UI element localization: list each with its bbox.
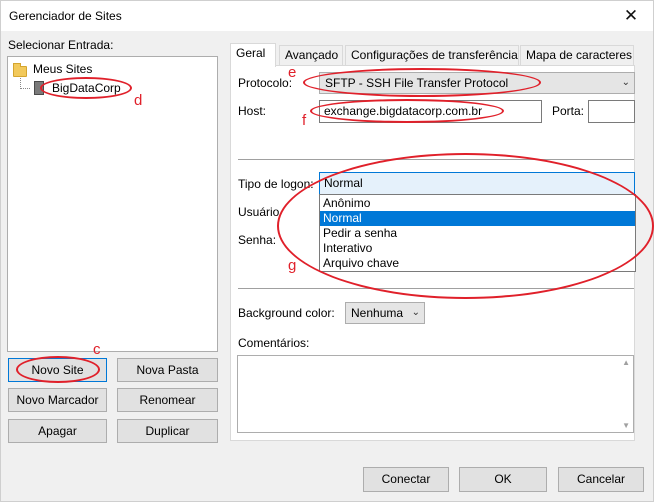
- annotation-ellipse-e: [303, 68, 541, 97]
- window-title: Gerenciador de Sites: [9, 9, 122, 23]
- chevron-down-icon: ⌄: [621, 77, 630, 88]
- title-bar: Gerenciador de Sites ✕: [1, 1, 653, 31]
- comments-textarea[interactable]: ▲ ▼: [237, 355, 634, 433]
- connect-button[interactable]: Conectar: [363, 467, 449, 492]
- annotation-label-g: g: [288, 257, 297, 274]
- ok-button[interactable]: OK: [459, 467, 547, 492]
- background-color-label: Background color:: [238, 306, 335, 320]
- user-label: Usuário: [238, 205, 280, 219]
- site-manager-window: Gerenciador de Sites ✕ Selecionar Entrad…: [0, 0, 654, 502]
- protocol-label: Protocolo:: [238, 76, 293, 90]
- close-icon[interactable]: ✕: [609, 1, 653, 31]
- host-label: Host:: [238, 104, 267, 118]
- annotation-ellipse-d: [40, 77, 132, 99]
- folder-icon: [13, 63, 27, 77]
- port-label: Porta:: [552, 104, 585, 118]
- new-bookmark-button[interactable]: Novo Marcador: [8, 388, 107, 412]
- tab-transfer-settings[interactable]: Configurações de transferência: [345, 45, 519, 66]
- duplicate-button[interactable]: Duplicar: [117, 419, 218, 443]
- scroll-up-icon[interactable]: ▲: [622, 358, 630, 367]
- tree-node-my-sites[interactable]: Meus Sites: [33, 62, 92, 76]
- port-input[interactable]: [588, 100, 635, 123]
- annotation-label-e: e: [288, 64, 297, 81]
- chevron-down-icon: ⌄: [411, 307, 420, 318]
- rename-button[interactable]: Renomear: [117, 388, 218, 412]
- annotation-label-d: d: [134, 92, 143, 109]
- new-folder-button[interactable]: Nova Pasta: [117, 358, 218, 382]
- background-color-select[interactable]: Nenhuma ⌄: [345, 302, 425, 324]
- annotation-label-f: f: [302, 112, 307, 129]
- annotation-ellipse-f: [310, 99, 504, 123]
- password-label: Senha:: [238, 233, 277, 247]
- background-color-value: Nenhuma: [351, 306, 404, 320]
- annotation-ellipse-g: [277, 153, 654, 299]
- annotation-label-c: c: [93, 341, 101, 358]
- tab-general[interactable]: Geral: [230, 43, 276, 67]
- tab-charset[interactable]: Mapa de caracteres: [520, 45, 634, 66]
- tree-connector: [20, 88, 30, 89]
- annotation-ellipse-c: [16, 356, 100, 383]
- delete-button[interactable]: Apagar: [8, 419, 107, 443]
- select-entry-label: Selecionar Entrada:: [8, 38, 114, 52]
- tab-advanced[interactable]: Avançado: [279, 45, 343, 66]
- scroll-down-icon[interactable]: ▼: [622, 421, 630, 430]
- comments-label: Comentários:: [238, 336, 310, 350]
- cancel-button[interactable]: Cancelar: [558, 467, 644, 492]
- site-tree[interactable]: Meus Sites BigDataCorp: [7, 56, 218, 352]
